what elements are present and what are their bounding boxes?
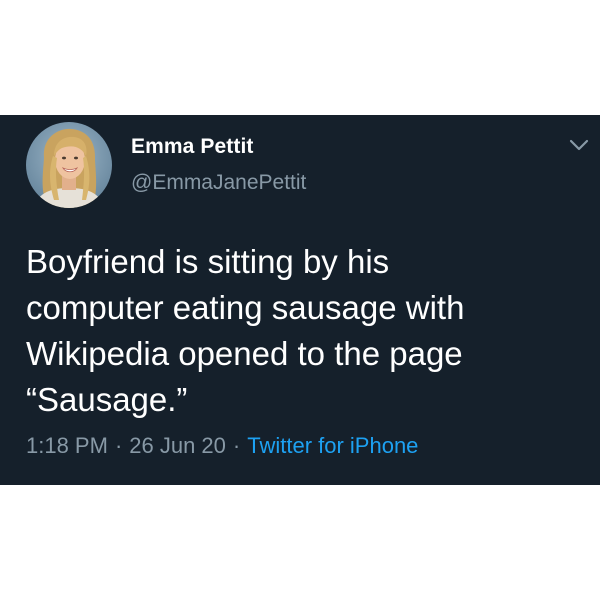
tweet-card: Emma Pettit @EmmaJanePettit Boyfriend is… xyxy=(0,115,600,485)
tweet-text-line: Wikipedia opened to the page xyxy=(26,335,463,372)
separator-dot: · xyxy=(114,433,123,458)
tweet-source-link[interactable]: Twitter for iPhone xyxy=(247,433,418,458)
tweet-metadata: 1:18 PM · 26 Jun 20 · Twitter for iPhone xyxy=(26,433,418,459)
separator-dot: · xyxy=(232,433,241,458)
avatar-photo-icon xyxy=(26,122,112,208)
tweet-text-line: computer eating sausage with xyxy=(26,289,465,326)
chevron-down-icon[interactable] xyxy=(568,138,590,152)
tweet-text-line: “Sausage.” xyxy=(26,381,188,418)
tweet-time[interactable]: 1:18 PM xyxy=(26,433,108,458)
tweet-date[interactable]: 26 Jun 20 xyxy=(129,433,226,458)
author-display-name[interactable]: Emma Pettit xyxy=(131,135,253,159)
tweet-text: Boyfriend is sitting by his computer eat… xyxy=(26,239,586,423)
avatar[interactable] xyxy=(26,122,112,208)
author-handle[interactable]: @EmmaJanePettit xyxy=(131,171,306,195)
tweet-text-line: Boyfriend is sitting by his xyxy=(26,243,390,280)
